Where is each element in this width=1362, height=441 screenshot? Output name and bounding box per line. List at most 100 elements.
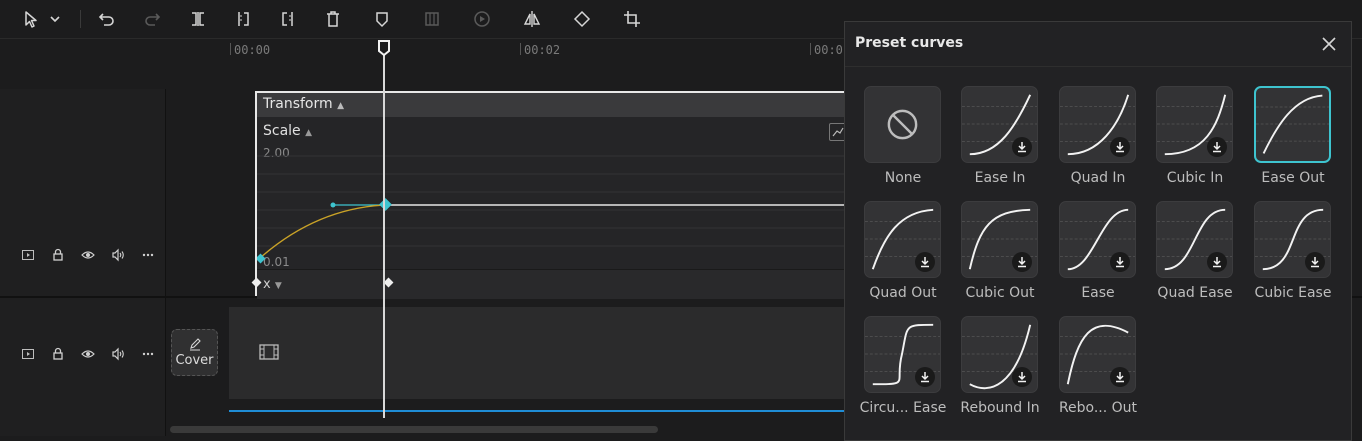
preset-thumbnail[interactable] [864,316,941,393]
keyframe-point [379,198,392,211]
horizontal-scrollbar[interactable] [170,426,658,433]
preset-circ-ease[interactable]: Circu... Ease [845,316,946,428]
preset-quad-in[interactable]: Quad In [1040,86,1136,198]
preset-thumbnail[interactable] [1059,86,1136,163]
preset-ease[interactable]: Ease [1040,201,1136,313]
preset-rebound-in[interactable]: Rebound In [942,316,1040,428]
preset-none[interactable]: None [845,86,941,198]
preset-label: Cubic Ease [1254,285,1332,301]
preset-thumbnail[interactable] [1156,201,1233,278]
undo-icon[interactable] [96,8,118,30]
freeze-frame-icon[interactable] [421,8,443,30]
eye-icon[interactable] [80,346,96,362]
close-icon[interactable] [1321,36,1337,52]
axis-selector[interactable]: x ▼ [263,277,282,292]
redo-icon[interactable] [141,8,163,30]
trim-left-icon[interactable] [232,8,254,30]
track-controls [20,247,156,263]
property-label[interactable]: Scale ▲ [263,123,312,139]
preset-thumbnail[interactable] [961,86,1038,163]
preset-ease-out[interactable]: Ease Out [1235,86,1331,198]
toolbar-divider [80,10,81,28]
download-icon[interactable] [1012,367,1032,387]
preset-thumbnail[interactable] [1254,86,1331,163]
preset-curves-panel: Preset curves None Ease In Quad In Cubic In… [844,21,1352,441]
marker-icon[interactable] [371,8,393,30]
download-icon[interactable] [1012,137,1032,157]
preset-cubic-ease[interactable]: Cubic Ease [1235,201,1331,313]
keyframe-marker[interactable] [251,277,263,289]
preset-rebound-out[interactable]: Rebo... Out [1040,316,1137,428]
edit-icon [189,338,201,351]
more-icon[interactable] [140,247,156,263]
split-icon[interactable] [187,8,209,30]
download-icon[interactable] [915,252,935,272]
lock-icon[interactable] [50,346,66,362]
panel-header: Preset curves [845,22,1351,67]
ruler-label: 00:00 [234,43,271,57]
playhead[interactable] [383,44,385,418]
section-title: Transform ▲ [263,96,345,112]
crop-icon[interactable] [621,8,643,30]
chevron-down-icon[interactable] [48,8,62,30]
interpolation-curve [259,204,387,259]
preset-ease-in[interactable]: Ease In [942,86,1038,198]
download-icon[interactable] [1110,137,1130,157]
bezier-handle [330,202,336,208]
download-icon[interactable] [1305,252,1325,272]
track-header-1 [0,89,166,296]
curve-icon [1256,94,1329,154]
preset-cubic-out[interactable]: Cubic Out [942,201,1038,313]
ruler-tick [230,43,231,55]
ruler-label: 00:02 [524,43,561,57]
ruler-label: 00:0 [814,43,843,57]
preset-cubic-in[interactable]: Cubic In [1137,86,1233,198]
preset-thumbnail[interactable] [864,86,941,163]
preset-quad-ease[interactable]: Quad Ease [1137,201,1233,313]
ruler-tick [810,43,811,55]
trim-right-icon[interactable] [277,8,299,30]
track-header-2 [0,298,166,436]
film-icon [259,344,279,360]
download-icon[interactable] [1012,252,1032,272]
audio-track-line [229,410,849,412]
axis-row: x ▼ [251,269,850,299]
cover-button[interactable]: Cover [171,329,218,376]
delete-icon[interactable] [322,8,344,30]
no-symbol-icon [887,109,918,140]
download-icon[interactable] [1110,252,1130,272]
download-icon[interactable] [1207,137,1227,157]
preset-thumbnail[interactable] [1059,201,1136,278]
panel-title: Preset curves [855,35,964,51]
preset-thumbnail[interactable] [1156,86,1233,163]
volume-icon[interactable] [110,247,126,263]
preset-thumbnail[interactable] [1059,316,1136,393]
track-preview-icon[interactable] [20,247,36,263]
rotate-icon[interactable] [571,8,593,30]
eye-icon[interactable] [80,247,96,263]
download-icon[interactable] [1207,252,1227,272]
video-track[interactable] [229,307,849,399]
preset-thumbnail[interactable] [961,316,1038,393]
volume-icon[interactable] [110,346,126,362]
cover-label: Cover [175,353,214,368]
download-icon[interactable] [1110,367,1130,387]
play-circle-icon[interactable] [471,8,493,30]
preset-label: Rebo... Out [1058,400,1138,416]
keyframe-section-header[interactable]: Transform ▲ [257,93,850,117]
preset-quad-out[interactable]: Quad Out [845,201,941,313]
preset-label: Ease Out [1261,170,1325,186]
lock-icon[interactable] [50,247,66,263]
preset-thumbnail[interactable] [1254,201,1331,278]
curve-graph[interactable] [257,148,850,268]
select-tool-icon[interactable] [20,8,42,30]
more-icon[interactable] [140,346,156,362]
track-controls [20,346,156,362]
preset-thumbnail[interactable] [864,201,941,278]
mirror-icon[interactable] [521,8,543,30]
playhead-handle[interactable] [377,40,391,56]
download-icon[interactable] [915,367,935,387]
keyframe-editor: Transform ▲ Scale ▲ 2.00 0.01 x ▼ [251,91,850,299]
preset-thumbnail[interactable] [961,201,1038,278]
track-preview-icon[interactable] [20,346,36,362]
